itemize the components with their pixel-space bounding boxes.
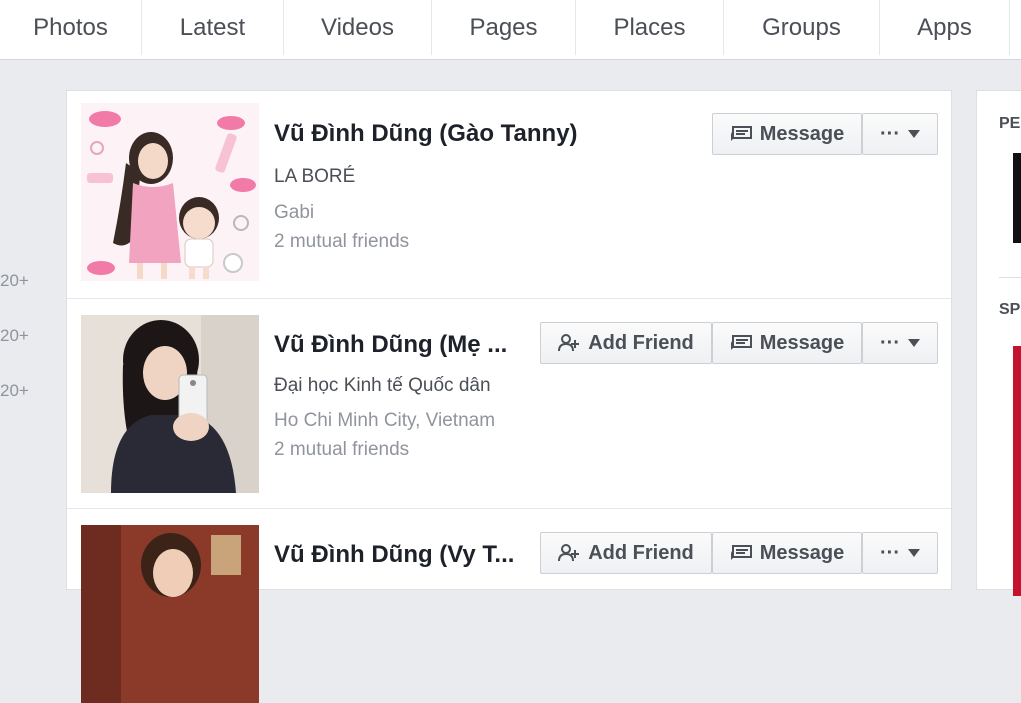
more-options-button[interactable]: ··· bbox=[862, 532, 938, 574]
result-workplace: LA BORÉ bbox=[274, 166, 356, 187]
message-label: Message bbox=[759, 331, 845, 354]
result-name[interactable]: Vũ Đình Dũng (Gào Tanny) bbox=[274, 120, 578, 148]
profile-picture[interactable] bbox=[81, 315, 259, 493]
search-filter-tabs: Photos Latest Videos Pages Places Groups… bbox=[0, 0, 1021, 60]
tab-apps[interactable]: Apps bbox=[880, 0, 1010, 55]
sidebar-heading: PE bbox=[999, 115, 1021, 132]
add-friend-icon bbox=[558, 334, 580, 352]
add-friend-label: Add Friend bbox=[588, 331, 694, 354]
tab-label: Pages bbox=[469, 13, 538, 41]
result-name[interactable]: Vũ Đình Dũng (Mẹ ... bbox=[274, 331, 507, 359]
tab-label: Videos bbox=[321, 13, 394, 41]
right-sidebar: PE SP bbox=[976, 90, 1021, 596]
tab-pages[interactable]: Pages bbox=[432, 0, 576, 55]
left-count: 20+ bbox=[0, 326, 29, 345]
sidebar-divider bbox=[999, 277, 1021, 278]
message-button[interactable]: Message bbox=[712, 113, 862, 155]
add-friend-button[interactable]: Add Friend bbox=[540, 532, 712, 574]
result-location: Ho Chi Minh City, Vietnam bbox=[274, 410, 496, 431]
more-label: ··· bbox=[880, 122, 900, 145]
message-icon bbox=[730, 126, 752, 142]
sidebar-heading: SP bbox=[999, 301, 1021, 318]
message-label: Message bbox=[759, 122, 845, 145]
message-label: Message bbox=[759, 541, 845, 564]
left-count: 20+ bbox=[0, 381, 29, 400]
list-item: Vũ Đình Dũng (Mẹ ... Đại học Kinh tế Quố… bbox=[67, 299, 951, 509]
profile-picture[interactable] bbox=[81, 103, 259, 281]
result-name[interactable]: Vũ Đình Dũng (Vy T... bbox=[274, 541, 514, 569]
tab-label: Places bbox=[613, 13, 686, 41]
mutual-friends[interactable]: 2 mutual friends bbox=[274, 231, 409, 253]
list-item: Vũ Đình Dũng (Gào Tanny) LA BORÉ Gabi 2 … bbox=[67, 91, 951, 299]
more-options-button[interactable]: ··· bbox=[862, 113, 938, 155]
more-label: ··· bbox=[880, 541, 900, 564]
tab-photos[interactable]: Photos bbox=[0, 0, 142, 55]
tab-groups[interactable]: Groups bbox=[724, 0, 880, 55]
caret-down-icon bbox=[907, 130, 920, 138]
tab-places[interactable]: Places bbox=[576, 0, 724, 55]
tab-latest[interactable]: Latest bbox=[142, 0, 284, 55]
message-icon bbox=[730, 335, 752, 351]
sidebar-thumbnail[interactable] bbox=[1013, 153, 1021, 243]
caret-down-icon bbox=[907, 339, 920, 347]
list-item: Vũ Đình Dũng (Vy T... Add Friend Message… bbox=[67, 509, 951, 703]
more-label: ··· bbox=[880, 331, 900, 354]
result-school: Gabi bbox=[274, 202, 315, 223]
message-icon bbox=[730, 545, 752, 561]
result-school: Đại học Kinh tế Quốc dân bbox=[274, 375, 491, 396]
tab-label: Apps bbox=[917, 13, 972, 41]
tab-label: Groups bbox=[762, 13, 841, 41]
people-results-list: Vũ Đình Dũng (Gào Tanny) LA BORÉ Gabi 2 … bbox=[66, 90, 952, 703]
more-options-button[interactable]: ··· bbox=[862, 322, 938, 364]
add-friend-button[interactable]: Add Friend bbox=[540, 322, 712, 364]
tab-label: Photos bbox=[33, 13, 108, 41]
tab-label: Latest bbox=[179, 13, 246, 41]
caret-down-icon bbox=[907, 549, 920, 557]
add-friend-icon bbox=[558, 544, 580, 562]
left-count: 20+ bbox=[0, 271, 29, 290]
sidebar-ad-image[interactable] bbox=[1013, 346, 1021, 596]
message-button[interactable]: Message bbox=[712, 322, 862, 364]
add-friend-label: Add Friend bbox=[588, 541, 694, 564]
mutual-friends[interactable]: 2 mutual friends bbox=[274, 439, 409, 461]
tab-videos[interactable]: Videos bbox=[284, 0, 432, 55]
profile-picture[interactable] bbox=[81, 525, 259, 703]
message-button[interactable]: Message bbox=[712, 532, 862, 574]
